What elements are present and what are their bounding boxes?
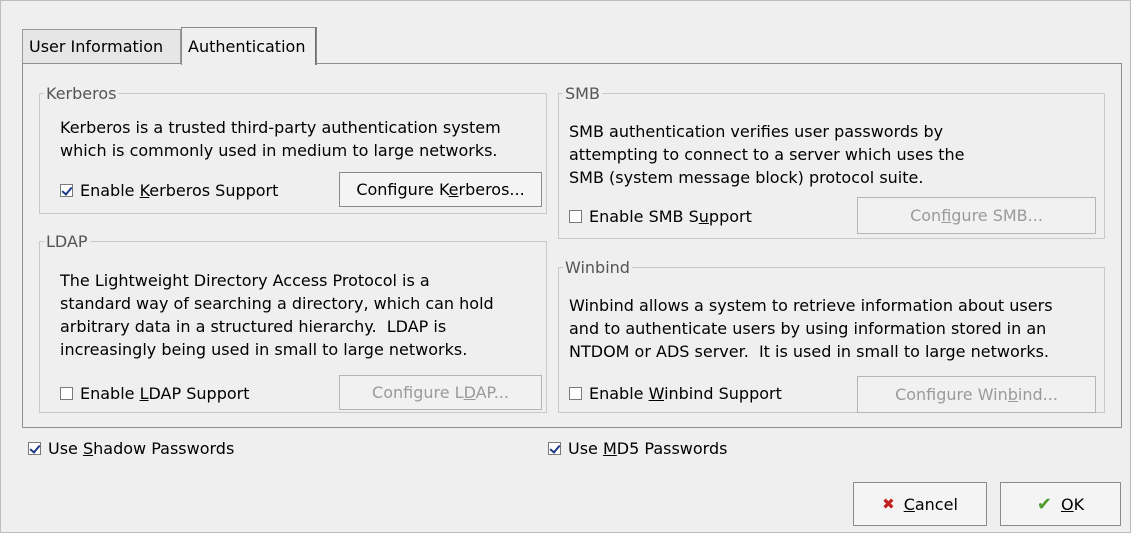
kerberos-legend: Kerberos (46, 84, 117, 103)
configure-winbind-button[interactable]: Configure Winbind... (857, 376, 1096, 413)
winbind-description: Winbind allows a system to retrieve info… (569, 296, 1053, 361)
enable-kerberos-checkbox[interactable]: Enable Kerberos Support (60, 177, 278, 203)
smb-description: SMB authentication verifies user passwor… (569, 122, 965, 187)
cancel-x-icon: ✖ (882, 495, 895, 513)
winbind-group: Winbind Winbind allows a system to retri… (558, 258, 1105, 413)
enable-kerberos-label: Enable Kerberos Support (80, 180, 279, 200)
enable-ldap-label: Enable LDAP Support (80, 383, 250, 403)
ok-button[interactable]: ✔ OK (1000, 482, 1121, 526)
checkmark-icon: ✔ (1036, 493, 1052, 515)
configure-smb-button[interactable]: Configure SMB... (857, 197, 1096, 234)
ldap-legend: LDAP (46, 232, 88, 251)
smb-legend: SMB (565, 84, 600, 103)
enable-smb-label: Enable SMB Support (589, 206, 752, 226)
cancel-label: Cancel (903, 494, 958, 514)
ok-label: OK (1061, 494, 1085, 514)
tab-user-information[interactable]: User Information (22, 29, 181, 63)
configure-winbind-label: Configure Winbind... (895, 385, 1058, 404)
enable-winbind-label: Enable Winbind Support (589, 383, 782, 403)
enable-ldap-checkbox[interactable]: Enable LDAP Support (60, 380, 249, 406)
kerberos-group: Kerberos Kerberos is a trusted third-par… (39, 84, 547, 214)
authentication-dialog: User Information Authentication Kerberos… (0, 0, 1131, 533)
configure-kerberos-label: Configure Kerberos... (356, 180, 525, 199)
configure-smb-label: Configure SMB... (910, 206, 1043, 225)
tab-authentication[interactable]: Authentication (181, 27, 317, 65)
smb-checkbox-box[interactable] (569, 209, 582, 223)
winbind-checkbox-box[interactable] (569, 386, 582, 400)
enable-winbind-checkbox[interactable]: Enable Winbind Support (569, 380, 782, 406)
use-md5-passwords-label: Use MD5 Passwords (568, 438, 728, 458)
winbind-legend: Winbind (565, 258, 630, 277)
shadow-checkbox-box[interactable] (28, 441, 41, 455)
ldap-checkbox-box[interactable] (60, 386, 73, 400)
tab-panel: Kerberos Kerberos is a trusted third-par… (22, 63, 1122, 428)
enable-smb-checkbox[interactable]: Enable SMB Support (569, 203, 752, 229)
smb-group: SMB SMB authentication verifies user pas… (558, 84, 1105, 239)
ldap-description: The Lightweight Directory Access Protoco… (60, 271, 494, 359)
configure-ldap-button[interactable]: Configure LDAP... (339, 375, 542, 410)
kerberos-checkbox-box[interactable] (60, 183, 73, 197)
kerberos-description: Kerberos is a trusted third-party authen… (60, 118, 501, 160)
tab-user-information-label: User Information (29, 37, 164, 56)
use-shadow-passwords-label: Use Shadow Passwords (48, 438, 235, 458)
ldap-group: LDAP The Lightweight Directory Access Pr… (39, 232, 547, 413)
configure-ldap-label: Configure LDAP... (372, 383, 509, 402)
use-shadow-passwords-checkbox[interactable]: Use Shadow Passwords (28, 435, 234, 461)
use-md5-passwords-checkbox[interactable]: Use MD5 Passwords (548, 435, 727, 461)
configure-kerberos-button[interactable]: Configure Kerberos... (339, 172, 542, 207)
tab-authentication-label: Authentication (188, 37, 306, 56)
md5-checkbox-box[interactable] (548, 441, 561, 455)
cancel-button[interactable]: ✖ Cancel (853, 482, 987, 526)
